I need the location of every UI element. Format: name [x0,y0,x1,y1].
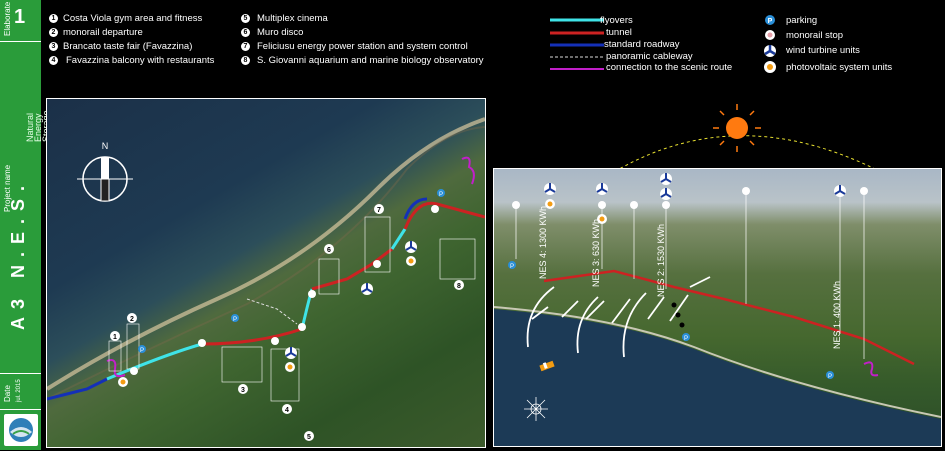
svg-text:5: 5 [307,434,311,441]
parking-icon: P [682,333,690,342]
svg-text:2: 2 [130,316,134,323]
svg-text:P: P [140,348,144,354]
title-block-strip: Elaborate 1 Project name Natural Energy … [0,0,51,450]
divider [0,408,41,410]
parking-icon: P [138,345,146,354]
scenic-route [863,361,879,377]
right-terrain-view: NES 4: 1300 KWh NES 3: 630 KWh NES 2: 15… [493,168,942,447]
legend-number-7: 7 [241,42,250,51]
date-label: Date [3,385,12,402]
svg-text:4: 4 [285,407,289,414]
parking-icon: P [231,314,239,323]
svg-text:N: N [102,141,109,151]
nes2-label: NES 2: 1530 KWh [656,224,666,297]
legend-item-4: Favazzina balcony with restaurants [66,55,215,66]
wind-turbine-icon [544,183,556,195]
svg-text:7: 7 [377,207,381,214]
parking-icon: P [765,15,775,25]
sun-icon [713,104,761,152]
photovoltaic-icon [406,256,416,266]
legend-photovoltaic: photovoltaic system units [786,62,893,73]
map-marker-4[interactable]: 4 [282,404,292,414]
map-marker-5[interactable]: 5 [304,431,314,441]
photovoltaic-icon [285,362,295,372]
map-marker-2[interactable]: 2 [127,313,137,323]
map-marker-8[interactable]: 8 [454,280,464,290]
map-marker-7[interactable]: 7 [374,204,384,214]
wind-turbine-icon [764,45,776,57]
legend-tunnel: tunnel [606,27,632,38]
map-marker-6[interactable]: 6 [324,244,334,254]
legend-item-7: Feliciusu energy power station and syste… [257,41,468,52]
legend-item-2: monorail departure [63,27,143,38]
left-satellite-map: N 1 2 3 4 5 6 7 8 P P P [46,98,486,448]
monorail-stop-icon [765,30,775,40]
map-marker-3[interactable]: 3 [238,384,248,394]
photovoltaic-icon [764,61,776,73]
legend-item-3: Brancato taste fair (Favazzina) [63,41,193,52]
parking-icon: P [826,371,834,380]
photovoltaic-icon [118,377,128,387]
legend-scenic-connection: connection to the scenic route [606,62,733,73]
nes1-label: NES 1: 400 KWh [832,281,842,349]
svg-text:P: P [828,374,832,380]
elaborate-label: Elaborate [3,1,12,36]
legend-wind-turbine: wind turbine units [786,45,860,56]
svg-text:6: 6 [327,247,331,254]
legend-item-1: Costa Viola gym area and fitness [63,13,203,24]
date-value: jul. 2015 [16,379,22,402]
svg-text:P: P [684,336,688,342]
wind-turbine-icon [405,241,417,253]
legend-number-1: 1 [49,14,58,23]
legend-number-5: 5 [241,14,250,23]
legend-monorail-stop: monorail stop [786,30,844,41]
legend-parking: parking [786,15,818,26]
parking-icon: P [437,189,445,198]
north-compass-icon: N [77,141,133,202]
svg-text:1: 1 [113,334,117,341]
svg-text:P: P [439,192,443,198]
wind-turbine-icon [660,173,672,185]
legend-number-2: 2 [49,28,58,37]
coastline [47,117,485,391]
wind-turbine-icon [660,188,672,200]
divider [0,40,41,42]
legend-standard-roadway: standard roadway [604,39,680,50]
company-logo [4,414,38,446]
legend-item-8: S. Giovanni aquarium and marine biology … [257,55,484,66]
cableway-route [246,298,298,325]
wind-turbine-icon [285,347,297,359]
sheet-number: 1 [14,6,26,28]
svg-text:8: 8 [457,283,461,290]
legend-number-4: 4 [49,56,58,65]
wind-turbine-icon [834,185,846,197]
symbol-legend-icons: P [764,15,776,73]
legend-item-5: Multiplex cinema [257,13,328,24]
nes3-label: NES 3: 630 KWh [591,219,601,287]
project-title: A3 N.E.S. [8,177,28,330]
svg-text:P: P [233,317,237,323]
compass-rose-icon [524,397,548,421]
wind-turbine-icon [596,183,608,195]
monorail-stops [512,187,868,209]
line-legend-swatches [550,18,604,70]
svg-text:3: 3 [241,387,245,394]
nes4-label: NES 4: 1300 KWh [538,206,548,279]
legend-number-3: 3 [49,42,58,51]
legend-item-6: Muro disco [257,27,304,38]
legend-number-6: 6 [241,28,250,37]
map-marker-1[interactable]: 1 [110,331,120,341]
wind-turbine-icon [361,283,373,295]
sea-area [494,309,941,446]
svg-text:P: P [510,264,514,270]
tunnel-route [201,327,303,346]
parking-icon: P [508,261,516,270]
monorail-stops [130,205,439,375]
legend-number-8: 8 [241,56,250,65]
legend-flyovers: flyovers [600,15,633,26]
legend-panoramic-cableway: panoramic cableway [606,51,693,62]
divider [0,372,41,374]
svg-text:P: P [768,18,773,25]
